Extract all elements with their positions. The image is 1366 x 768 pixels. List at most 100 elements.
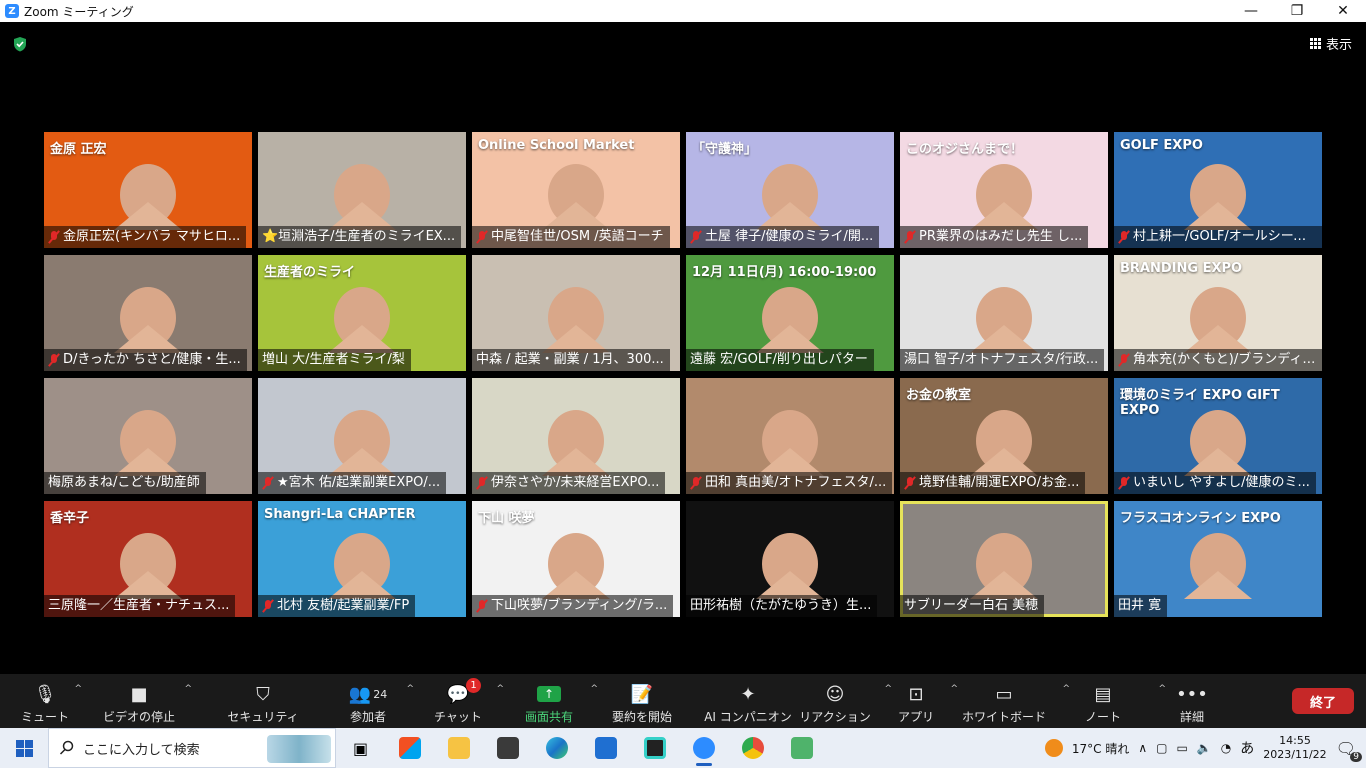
edge-app-button[interactable] [532, 728, 581, 768]
taskbar-search-box[interactable]: ここに入力して検索 [48, 728, 336, 768]
mail-app-button[interactable] [581, 728, 630, 768]
whiteboard-icon: ▭ [995, 683, 1013, 705]
end-meeting-button[interactable]: 終了 [1292, 688, 1354, 714]
apps-button[interactable]: ⊡ アプリ ^ [878, 674, 958, 728]
store-app-button[interactable] [385, 728, 434, 768]
ime-indicator[interactable]: あ [1240, 738, 1254, 758]
battery-icon[interactable]: ▭ [1177, 741, 1188, 755]
sheets-app-button[interactable] [777, 728, 826, 768]
encryption-shield-icon[interactable] [12, 36, 28, 52]
maximize-button[interactable]: ❐ [1274, 0, 1320, 22]
notes-button[interactable]: ▤ ノート ^ [1054, 674, 1166, 728]
more-button[interactable]: ••• 詳細 [1152, 674, 1232, 728]
mute-button[interactable]: 🎙 ミュート ^ [0, 674, 90, 728]
participant-tile[interactable]: 梅原あまね/こども/助産師 [44, 378, 252, 494]
participant-tile[interactable]: GOLF EXPO 村上耕一/GOLF/オールシーズン... [1114, 132, 1322, 248]
participant-tile[interactable]: 生産者のミライ 増山 大/生産者ミライ/梨 [258, 255, 466, 371]
participant-tile[interactable]: 「守護神」 土屋 律子/健康のミライ/開... [686, 132, 894, 248]
weather-text[interactable]: 17°C 晴れ [1072, 740, 1129, 757]
participant-name-label: サブリーダー白石 美穂 [900, 595, 1045, 617]
participant-tile[interactable]: 香辛子 三原隆一／生産者・ナチュス... [44, 501, 252, 617]
security-shield-icon: ⛉ [256, 683, 270, 705]
participant-tile[interactable]: サブリーダー白石 美穂 [900, 501, 1108, 617]
participants-button[interactable]: 👥 24 参加者 ^ [338, 674, 414, 728]
network-icon[interactable]: ◔ [1221, 741, 1231, 755]
weather-sun-icon[interactable] [1044, 739, 1063, 757]
participant-name: D/きったか ちさと/健康・生... [63, 352, 241, 367]
zoom-app-button[interactable] [679, 728, 728, 768]
chat-unread-badge: 1 [466, 678, 481, 693]
chat-options-chevron-icon[interactable]: ^ [496, 684, 504, 694]
participant-name-label: 北村 友樹/起業副業/FP [258, 595, 416, 617]
ai-companion-button[interactable]: ✦ AI コンパニオン [704, 674, 792, 728]
participant-tile[interactable]: 金原 正宏 金原正宏(キンバラ マサヒロ... [44, 132, 252, 248]
virtual-background-text: 12月 11日(月) 16:00-19:00 [692, 265, 877, 280]
security-button[interactable]: ⛉ セキュリティ [188, 674, 338, 728]
participant-tile[interactable]: 田和 真由美/オトナフェスタ/... [686, 378, 894, 494]
summary-label: 要約を開始 [611, 710, 672, 724]
participant-name-label: 土屋 律子/健康のミライ/開... [686, 226, 880, 248]
participant-name: 湯口 智子/オトナフェスタ/行政... [904, 352, 1099, 367]
participant-name: 土屋 律子/健康のミライ/開... [705, 229, 874, 244]
chrome-app-button[interactable] [728, 728, 777, 768]
close-window-button[interactable]: ✕ [1320, 0, 1366, 22]
search-icon [59, 740, 74, 755]
participant-name-label: 伊奈さやか/未来経営EXPO... [472, 472, 666, 494]
participant-name: 三原隆一／生産者・ナチュス... [48, 598, 230, 613]
participant-name-label: 三原隆一／生産者・ナチュス... [44, 595, 236, 617]
dark-app-button[interactable] [483, 728, 532, 768]
explorer-app-button[interactable] [434, 728, 483, 768]
participant-tile[interactable]: 中森 / 起業・副業 / 1月、300... [472, 255, 680, 371]
participant-tile[interactable]: お金の教室 境野佳輔/開運EXPO/お金... [900, 378, 1108, 494]
participant-name: 増山 大/生産者ミライ/梨 [262, 352, 405, 367]
spreadsheet-app-icon [790, 737, 813, 759]
participant-name-label: 下山咲夢/ブランディング/ラ... [472, 595, 674, 617]
title-bar: Z Zoom ミーティング — ❐ ✕ [0, 0, 1366, 22]
stop-video-button[interactable]: ■ ビデオの停止 ^ [90, 674, 192, 728]
participant-name-label: ★宮木 佑/起業副業EXPO/... [258, 472, 447, 494]
clock[interactable]: 14:55 2023/11/22 [1263, 734, 1326, 762]
participant-name-label: 遠藤 宏/GOLF/削り出しパター [686, 349, 874, 371]
participant-tile[interactable]: Shangri-La CHAPTER 北村 友樹/起業副業/FP [258, 501, 466, 617]
participant-tile[interactable]: 12月 11日(月) 16:00-19:00 遠藤 宏/GOLF/削り出しパター [686, 255, 894, 371]
share-screen-button[interactable]: ↑ 画面共有 ^ [518, 674, 598, 728]
participant-tile[interactable]: 下山 咲夢 下山咲夢/ブランディング/ラ... [472, 501, 680, 617]
minimize-button[interactable]: — [1228, 0, 1274, 22]
webex-app-button[interactable] [630, 728, 679, 768]
webex-icon [643, 737, 666, 759]
participant-name: ⭐垣淵浩子/生産者のミライEX... [262, 229, 456, 244]
view-button[interactable]: 表示 [1309, 34, 1352, 53]
mute-options-chevron-icon[interactable]: ^ [74, 684, 82, 694]
participant-tile[interactable]: 田形祐樹（たがたゆうき）生... [686, 501, 894, 617]
participant-tile[interactable]: ★宮木 佑/起業副業EXPO/... [258, 378, 466, 494]
reactions-button[interactable]: ☺ リアクション ^ [792, 674, 892, 728]
participant-tile[interactable]: 湯口 智子/オトナフェスタ/行政... [900, 255, 1108, 371]
participant-name-label: D/きったか ちさと/健康・生... [44, 349, 247, 371]
participant-tile[interactable]: このオジさんまで！ PR業界のはみだし先生 し... [900, 132, 1108, 248]
participant-tile[interactable]: Online School Market 中尾智佳世/OSM /英語コーチ [472, 132, 680, 248]
participant-name-label: 村上耕一/GOLF/オールシーズン... [1114, 226, 1322, 248]
participant-name-label: 田井 寛 [1114, 595, 1168, 617]
participant-tile[interactable]: 環境のミライ EXPO GIFT EXPO いまいし やすよし/健康のミ... [1114, 378, 1322, 494]
whiteboard-button[interactable]: ▭ ホワイトボード ^ [954, 674, 1070, 728]
meet-now-icon[interactable]: ▢ [1156, 741, 1167, 755]
tray-overflow-chevron-icon[interactable]: ∧ [1138, 741, 1147, 755]
participant-name-label: 梅原あまね/こども/助産師 [44, 472, 206, 494]
participant-name-label: PR業界のはみだし先生 し... [900, 226, 1089, 248]
notification-center-icon[interactable]: 🗨 9 [1336, 739, 1362, 762]
windows-taskbar: ここに入力して検索 ▣ 17°C 晴れ ∧ ▢ ▭ 🔈 ◔ あ 14:55 20… [0, 728, 1366, 768]
participant-tile[interactable]: 伊奈さやか/未来経営EXPO... [472, 378, 680, 494]
participant-name: 境野佳輔/開運EXPO/お金... [919, 475, 1080, 490]
start-button[interactable] [0, 728, 48, 768]
start-summary-button[interactable]: 📝 要約を開始 [580, 674, 704, 728]
chat-button[interactable]: 💬 1 画面共有 チャット ^ [398, 674, 518, 728]
volume-icon[interactable]: 🔈 [1197, 741, 1212, 755]
virtual-background-text: BRANDING EXPO [1120, 261, 1243, 276]
muted-mic-icon [476, 476, 488, 490]
ai-sparkle-icon: ✦ [740, 683, 756, 705]
participant-tile[interactable]: フラスコオンライン EXPO 田井 寛 [1114, 501, 1322, 617]
participant-tile[interactable]: ⭐垣淵浩子/生産者のミライEX... [258, 132, 466, 248]
participant-tile[interactable]: BRANDING EXPO 角本充(かくもと)/ブランディン... [1114, 255, 1322, 371]
task-view-button[interactable]: ▣ [336, 728, 385, 768]
participant-tile[interactable]: D/きったか ちさと/健康・生... [44, 255, 252, 371]
